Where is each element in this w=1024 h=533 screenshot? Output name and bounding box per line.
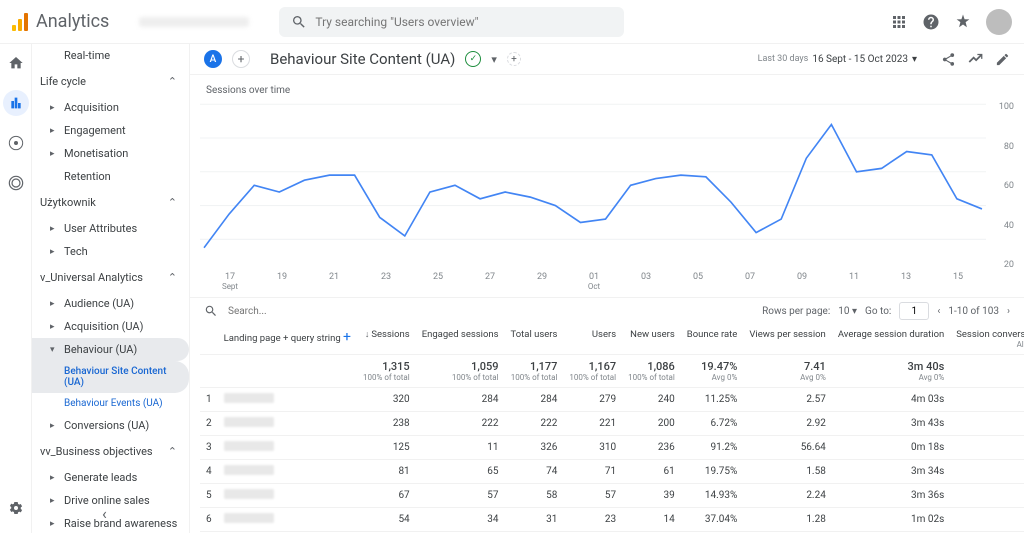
chevron-up-icon: ⌃ (168, 445, 177, 458)
chevron-down-icon: ▾ (912, 54, 917, 65)
report-title: Behaviour Site Content (UA) (270, 50, 455, 68)
sidebar-item-monetisation[interactable]: ▸Monetisation (32, 142, 189, 165)
left-rail (0, 44, 32, 533)
edit-icon[interactable] (995, 52, 1010, 67)
col-engaged[interactable]: Engaged sessions (416, 324, 505, 355)
property-selector[interactable] (139, 17, 249, 27)
feedback-icon[interactable] (954, 13, 972, 31)
table-row[interactable]: 5675758573914.93%2.243m 36s2.99% (200, 484, 1024, 508)
share-icon[interactable] (941, 52, 956, 67)
rows-per-page-label: Rows per page: (762, 306, 830, 317)
report-table: Landing page + query string + ↓Sessions … (200, 324, 1024, 532)
reports-sidebar: Real-time Life cycle⌃ ▸Acquisition ▸Enga… (32, 44, 190, 533)
rail-admin[interactable] (3, 495, 29, 521)
sidebar-item-drive-sales[interactable]: ▸Drive online sales (32, 489, 189, 512)
col-duration[interactable]: Average session duration (832, 324, 950, 355)
dimension-header[interactable]: Landing page + query string + (218, 324, 357, 355)
sidebar-item-retention[interactable]: Retention (32, 165, 189, 188)
col-sessions[interactable]: ↓Sessions (357, 324, 416, 355)
rail-home[interactable] (3, 50, 29, 76)
insights-icon[interactable] (968, 52, 983, 67)
table-controls: Rows per page: 10 ▾ Go to: ‹ 1-10 of 103… (190, 297, 1024, 324)
rows-per-page-value[interactable]: 10 ▾ (838, 306, 857, 317)
sidebar-sub-events[interactable]: Behaviour Events (UA) (32, 393, 189, 414)
table-row[interactable]: 22382222222212006.72%2.923m 43s0.84% (200, 412, 1024, 436)
col-views[interactable]: Views per session (743, 324, 831, 355)
rail-reports[interactable] (3, 90, 29, 116)
sidebar-group-ua[interactable]: v_Universal Analytics⌃ (32, 263, 189, 292)
add-comparison-button[interactable]: + (232, 50, 250, 68)
table-row[interactable]: 6543431231437.04%1.281m 02s0% (200, 508, 1024, 532)
table-row[interactable]: 31251132631023691.2%56.640m 18s0.8% (200, 436, 1024, 460)
dropdown-caret-icon[interactable]: ▾ (491, 53, 497, 66)
account-avatar[interactable] (986, 9, 1012, 35)
chevron-up-icon: ⌃ (168, 196, 177, 209)
sidebar-item-acquisition-ua[interactable]: ▸Acquisition (UA) (32, 315, 189, 338)
goto-input[interactable] (899, 302, 929, 320)
apps-icon[interactable] (890, 13, 908, 31)
col-new-users[interactable]: New users (622, 324, 681, 355)
search-icon (204, 304, 218, 318)
search-icon (291, 14, 307, 30)
collapse-sidebar-button[interactable]: ‹ (102, 504, 107, 523)
sidebar-sub-site-content[interactable]: Behaviour Site Content (UA) (32, 361, 189, 393)
sidebar-item-engagement[interactable]: ▸Engagement (32, 119, 189, 142)
chevron-up-icon: ⌃ (168, 271, 177, 284)
sidebar-item-user-attributes[interactable]: ▸User Attributes (32, 217, 189, 240)
table-row[interactable]: 4816574716119.75%1.583m 34s0% (200, 460, 1024, 484)
y-axis: 10080604020 (986, 100, 1014, 290)
conversion-filter[interactable]: All events ▾ (956, 340, 1024, 349)
rail-advertising[interactable] (3, 170, 29, 196)
rail-explore[interactable] (3, 130, 29, 156)
search-box[interactable] (279, 7, 624, 37)
next-page-button[interactable]: › (1007, 306, 1010, 317)
sidebar-item-acquisition[interactable]: ▸Acquisition (32, 96, 189, 119)
col-bounce[interactable]: Bounce rate (681, 324, 744, 355)
goto-label: Go to: (865, 306, 891, 317)
sidebar-item-brand-awareness[interactable]: ▸Raise brand awareness (32, 512, 189, 533)
sidebar-item-audience-ua[interactable]: ▸Audience (UA) (32, 292, 189, 315)
ga-logo[interactable]: Analytics (12, 11, 109, 32)
sidebar-item-behaviour-ua[interactable]: ▾Behaviour (UA) (32, 338, 189, 361)
sidebar-group-lifecycle[interactable]: Life cycle⌃ (32, 67, 189, 96)
table-row[interactable]: 132028428427924011.25%2.574m 03s2.81% (200, 388, 1024, 412)
chart-title: Sessions over time (200, 81, 1014, 100)
sidebar-item-tech[interactable]: ▸Tech (32, 240, 189, 263)
brand-text: Analytics (36, 11, 109, 32)
col-users[interactable]: Users (563, 324, 622, 355)
table-search-input[interactable] (228, 306, 752, 317)
x-axis: 17Sept19212325272901Oct03050709111315 (200, 272, 1014, 291)
add-dimension-button[interactable]: + (343, 329, 351, 345)
date-range-picker[interactable]: Last 30 days 16 Sept - 15 Oct 2023 ▾ (758, 54, 917, 65)
add-filter-button[interactable]: + (507, 52, 521, 66)
verified-icon[interactable] (465, 51, 481, 67)
ga-logo-icon (12, 13, 30, 31)
col-total-users[interactable]: Total users (505, 324, 564, 355)
report-header: A + Behaviour Site Content (UA) ▾ + Last… (190, 44, 1024, 75)
line-chart[interactable] (200, 100, 986, 290)
col-conversion[interactable]: Session conversion rateAll events ▾ (950, 324, 1024, 355)
sidebar-group-user[interactable]: Użytkownik⌃ (32, 188, 189, 217)
sidebar-group-business[interactable]: vv_Business objectives⌃ (32, 437, 189, 466)
comparison-chip[interactable]: A (204, 50, 222, 68)
sort-desc-icon: ↓ (365, 330, 370, 340)
help-icon[interactable] (922, 13, 940, 31)
page-indicator: 1-10 of 103 (948, 306, 999, 317)
chevron-up-icon: ⌃ (168, 75, 177, 88)
sidebar-item-generate-leads[interactable]: ▸Generate leads (32, 466, 189, 489)
sidebar-item-conversions-ua[interactable]: ▸Conversions (UA) (32, 414, 189, 437)
search-input[interactable] (315, 15, 612, 29)
sidebar-realtime[interactable]: Real-time (32, 44, 189, 67)
prev-page-button[interactable]: ‹ (937, 306, 940, 317)
chevron-down-icon: ▾ (852, 306, 857, 317)
